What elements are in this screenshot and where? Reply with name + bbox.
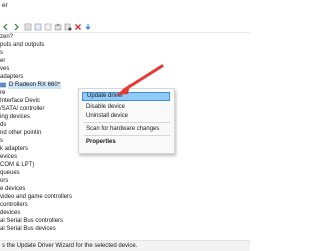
tree-item-label: D Radeon RX 660* [8,81,62,89]
disable-icon[interactable] [64,23,72,31]
window-title: er [2,2,8,9]
tree-item-label: al Serial Bus devices [0,225,56,232]
tree-item-label: devices [0,209,21,216]
tree-item-label: Interface Devic [0,97,41,104]
tree-item[interactable]: evices [0,153,250,161]
tree-item-label: evices [0,153,18,160]
tree-item[interactable]: queues [0,169,250,177]
tree-item-label: ors [0,177,9,184]
tree-item-label: /SATA/ controller [0,105,45,112]
menu-bar [0,12,250,20]
tree-item-label: ds [0,121,7,128]
tree-item-label: nd other pointin [0,129,42,136]
scan-hardware-menu-item[interactable]: Scan for hardware changes [84,125,172,134]
title-bar: er [0,0,250,11]
tree-item-label: e devices [0,185,26,192]
tree-item[interactable]: al Serial Bus controllers [0,217,250,225]
tree-item-label: ing devices [0,113,31,120]
tree-item-label: controllers [0,201,28,208]
tree-item-label: video and game controllers [0,193,73,200]
back-icon[interactable] [2,23,10,31]
tree-item-label: k adapters [0,145,29,152]
disable-device-menu-item[interactable]: Disable device [84,103,172,112]
display-adapter-icon [0,82,6,88]
tree-item[interactable]: video and game controllers [0,193,250,201]
tree-item-label: s [0,49,3,56]
forward-icon[interactable] [12,23,20,31]
tree-item-label: zen? [0,33,14,40]
tree-item[interactable]: al Serial Bus devices [0,225,250,233]
tree-item[interactable]: COM & LPT) [0,161,250,169]
tree-item-label: adapters [0,73,24,80]
tree-item-label: er [0,57,6,64]
tree-item[interactable]: s [0,49,250,57]
tree-item-label: s [0,137,3,144]
tree-item[interactable]: devices [0,209,250,217]
tree-item[interactable]: controllers [0,201,250,209]
download-icon[interactable] [84,23,92,31]
tree-root[interactable]: zen? [0,33,250,41]
properties-menu-item[interactable]: Properties [84,138,172,147]
tree-item-label: puts and outputs [0,41,45,48]
menu-separator [84,135,170,136]
tree-item[interactable]: ors [0,177,250,185]
scan-icon[interactable] [44,23,52,31]
help-icon[interactable] [34,23,42,31]
tree-item[interactable]: e devices [0,185,250,193]
uninstall-icon[interactable] [74,23,82,31]
update-driver-icon[interactable] [54,23,62,31]
tree-item-label: COM & LPT) [0,161,35,168]
status-text: s the Update Driver Wizard for the selec… [2,243,138,249]
properties-icon[interactable] [24,23,32,31]
menu-separator [84,122,170,123]
tree-item-label: re [0,89,6,96]
toolbar [0,22,250,33]
status-bar: s the Update Driver Wizard for the selec… [0,240,250,251]
tree-item-label: ves [0,65,10,72]
uninstall-device-menu-item[interactable]: Uninstall device [84,112,172,121]
tree-item[interactable]: puts and outputs [0,41,250,49]
tree-item-label: al Serial Bus controllers [0,217,64,224]
pointer-arrow-icon [116,64,164,95]
tree-item-label: queues [0,169,20,176]
